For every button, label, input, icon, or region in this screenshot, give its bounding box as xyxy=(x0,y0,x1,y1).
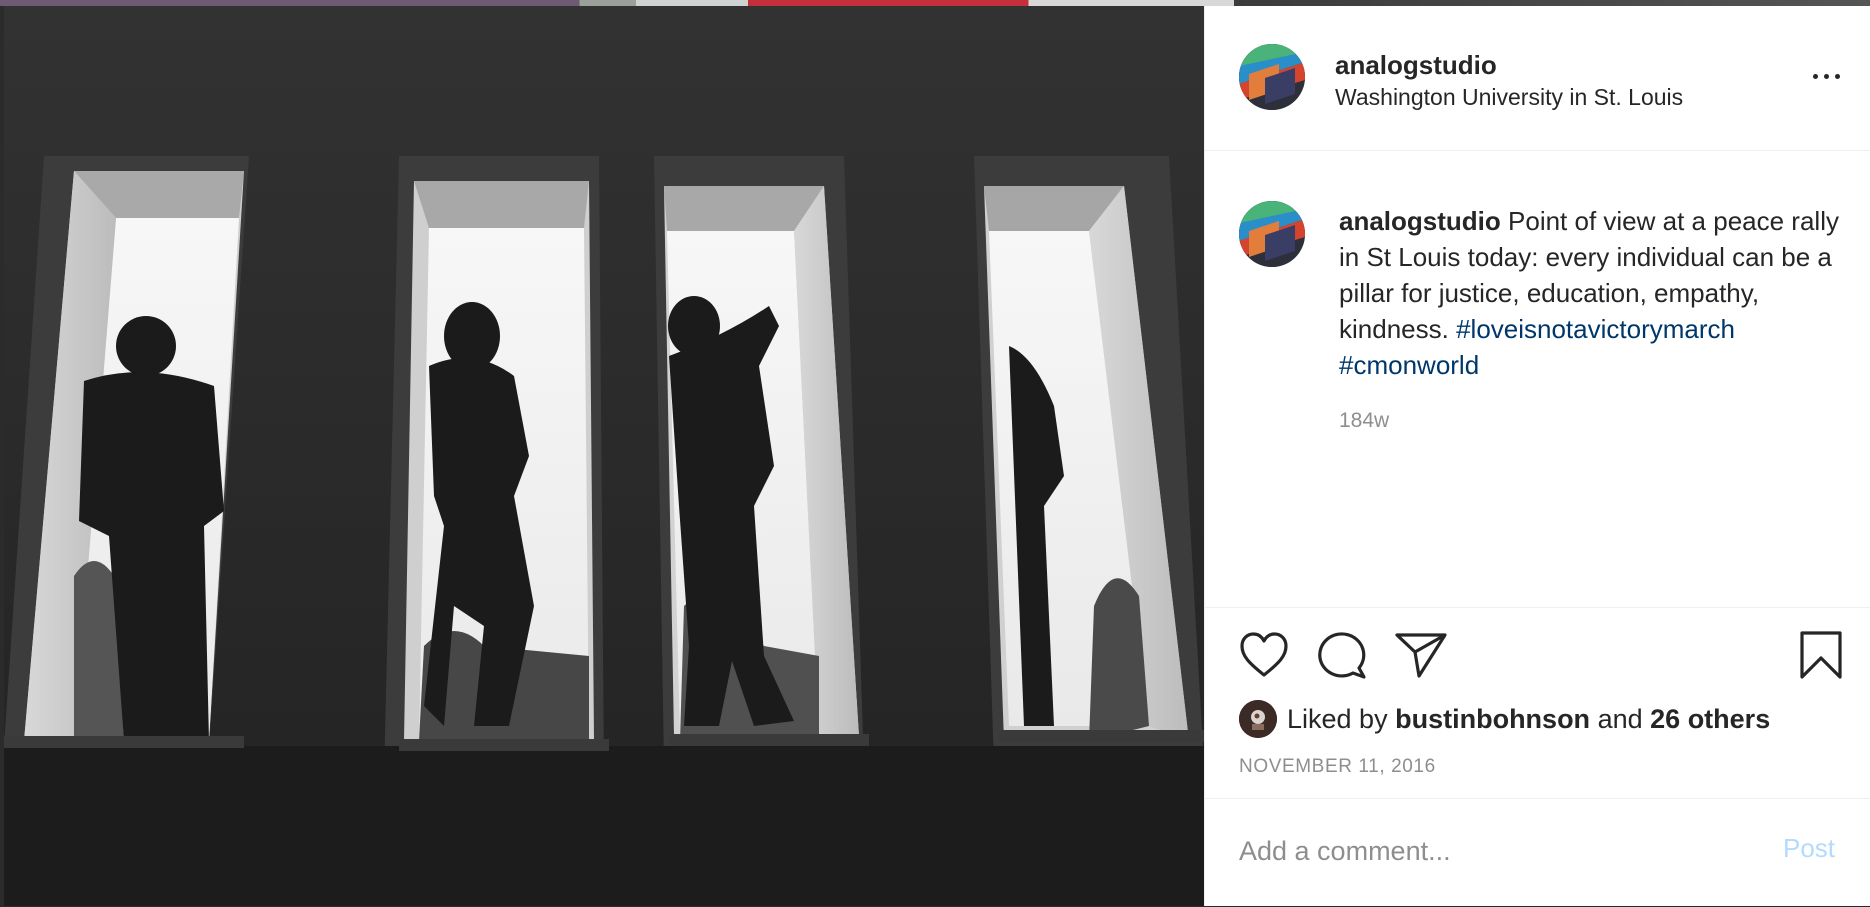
liked-by-text: Liked by bustinbohnson and 26 others xyxy=(1287,704,1770,735)
bookmark-icon[interactable] xyxy=(1799,630,1843,680)
comment-bubble-icon[interactable] xyxy=(1317,632,1367,680)
hashtag-link[interactable]: #cmonworld xyxy=(1339,350,1479,380)
comment-bar: Post xyxy=(1205,798,1870,907)
post-header: analogstudio Washington University in St… xyxy=(1205,6,1870,151)
post-photo[interactable] xyxy=(4,6,1204,906)
liked-by-user[interactable]: bustinbohnson xyxy=(1395,704,1590,734)
caption-avatar[interactable] xyxy=(1239,201,1305,267)
caption-section: analogstudio Point of view at a peace ra… xyxy=(1205,151,1870,607)
post-photo-image xyxy=(4,6,1204,906)
caption-time-ago[interactable]: 184w xyxy=(1339,409,1389,433)
liked-by-prefix: Liked by xyxy=(1287,704,1388,734)
caption-text: analogstudio Point of view at a peace ra… xyxy=(1339,203,1844,383)
post-details-panel: analogstudio Washington University in St… xyxy=(1204,6,1870,906)
comment-input[interactable] xyxy=(1239,833,1739,869)
author-avatar[interactable] xyxy=(1239,44,1305,110)
liked-by-others[interactable]: 26 others xyxy=(1650,704,1770,734)
post-date[interactable]: NOVEMBER 11, 2016 xyxy=(1239,756,1436,778)
more-options-icon[interactable] xyxy=(1809,64,1845,88)
liked-by-connector: and xyxy=(1597,704,1643,734)
action-section: Liked by bustinbohnson and 26 others NOV… xyxy=(1205,607,1870,799)
post-comment-button[interactable]: Post xyxy=(1783,833,1835,864)
liker-avatar[interactable] xyxy=(1239,700,1277,738)
post-location[interactable]: Washington University in St. Louis xyxy=(1335,84,1683,111)
paper-plane-icon[interactable] xyxy=(1395,632,1447,678)
author-username[interactable]: analogstudio xyxy=(1335,50,1497,81)
caption-username[interactable]: analogstudio xyxy=(1339,206,1501,236)
hashtag-link[interactable]: #loveisnotavictorymarch xyxy=(1456,314,1735,344)
heart-icon[interactable] xyxy=(1239,632,1289,678)
